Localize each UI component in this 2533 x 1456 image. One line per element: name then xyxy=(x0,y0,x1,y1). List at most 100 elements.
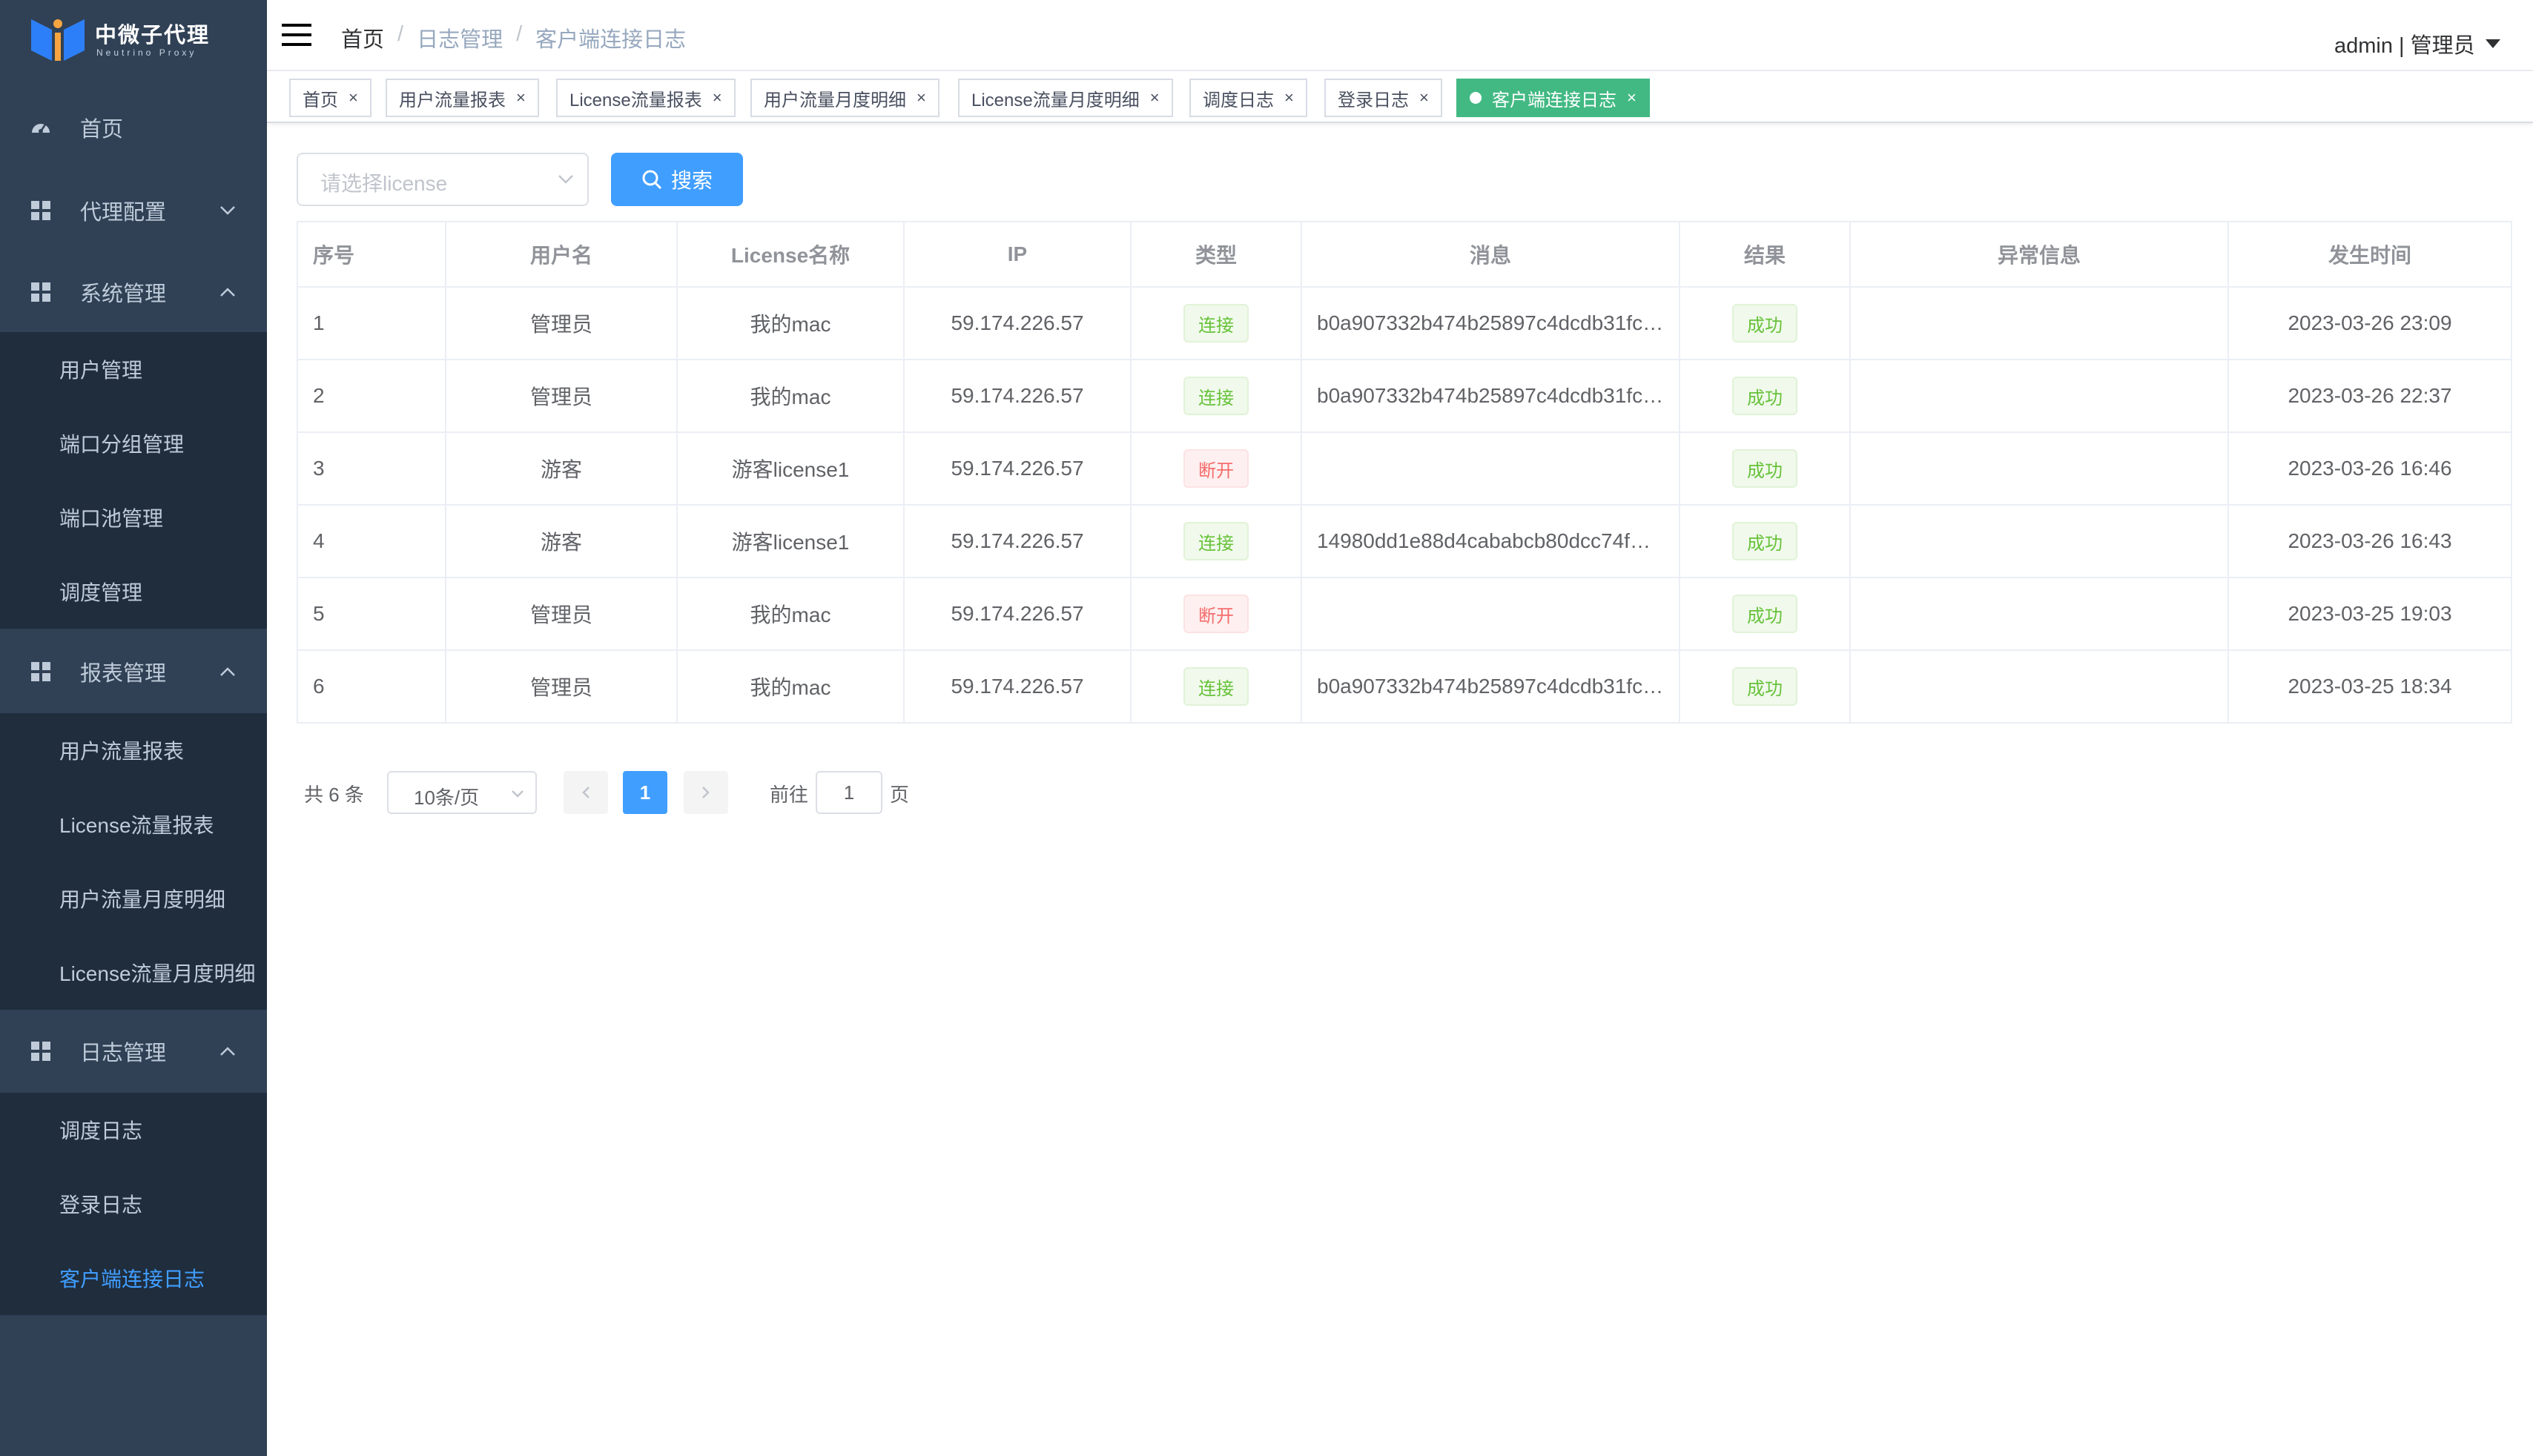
menu-item-logs[interactable]: 日志管理 xyxy=(0,1010,267,1093)
sidebar-item-login-log[interactable]: 登录日志 xyxy=(0,1167,267,1241)
cell-time: 2023-03-26 22:37 xyxy=(2288,384,2452,407)
close-icon[interactable]: × xyxy=(516,88,526,107)
brand-logo[interactable]: 中微子代理 Neutrino Proxy xyxy=(30,15,252,67)
tag-user-traffic-report[interactable]: 用户流量报表 × xyxy=(386,79,539,117)
chevron-up-icon xyxy=(220,667,235,676)
brand-subtitle: Neutrino Proxy xyxy=(96,47,197,58)
sidebar: 中微子代理 Neutrino Proxy 首页 代理配置 系统管理 用户管理 端… xyxy=(0,0,267,1456)
tag-license-traffic-report[interactable]: License流量报表 × xyxy=(556,79,736,117)
license-select[interactable]: 请选择license xyxy=(297,153,589,206)
cell-result: 成功 xyxy=(1680,578,1851,649)
sidebar-item-license-traffic-report[interactable]: License流量报表 xyxy=(0,787,267,861)
result-badge: 成功 xyxy=(1732,595,1797,633)
menu-item-home[interactable]: 首页 xyxy=(0,86,267,169)
brand-title: 中微子代理 xyxy=(95,24,211,47)
cell-license: 我的mac xyxy=(678,360,905,431)
menu-label-logs: 日志管理 xyxy=(80,1042,167,1065)
sidebar-item-user-management[interactable]: 用户管理 xyxy=(0,332,267,406)
column-header: IP xyxy=(905,222,1132,286)
tag-client-connection-log[interactable]: 客户端连接日志 × xyxy=(1456,79,1650,117)
column-header: License名称 xyxy=(678,222,905,286)
prev-page-button[interactable] xyxy=(564,771,608,814)
close-icon[interactable]: × xyxy=(1627,88,1637,107)
cell-user: 游客 xyxy=(446,506,678,577)
message-text: 14980dd1e88d4cababcb80dcc74f… xyxy=(1317,529,1651,552)
type-badge: 断开 xyxy=(1183,595,1249,633)
menu-item-proxy-config[interactable]: 代理配置 xyxy=(0,169,267,252)
sidebar-item-schedule[interactable]: 调度管理 xyxy=(0,555,267,629)
cell-no: 2 xyxy=(298,360,446,431)
menu-label-reports: 报表管理 xyxy=(80,662,167,686)
cell-message: b0a907332b474b25897c4dcdb31fc… xyxy=(1302,360,1680,431)
cell-result: 成功 xyxy=(1680,360,1851,431)
cell-license: 我的mac xyxy=(678,288,905,359)
sidebar-item-schedule-log[interactable]: 调度日志 xyxy=(0,1093,267,1167)
tag-schedule-log[interactable]: 调度日志 × xyxy=(1189,79,1307,117)
close-icon[interactable]: × xyxy=(917,88,926,107)
cell-user: 游客 xyxy=(446,433,678,504)
navbar: 首页 / 日志管理 / 客户端连接日志 admin | 管理员 xyxy=(267,0,2533,71)
close-icon[interactable]: × xyxy=(1419,88,1429,107)
cell-ip: 59.174.226.57 xyxy=(905,578,1132,649)
result-badge: 成功 xyxy=(1732,449,1797,488)
table-row: 6 管理员 我的mac 59.174.226.57 连接 b0a907332b4… xyxy=(298,651,2511,724)
cell-license: 游客license1 xyxy=(678,433,905,504)
sidebar-item-client-connection-log[interactable]: 客户端连接日志 xyxy=(0,1241,267,1315)
type-badge: 连接 xyxy=(1183,304,1249,343)
type-badge: 连接 xyxy=(1183,522,1249,560)
page-number-current[interactable]: 1 xyxy=(623,771,667,814)
sidebar-item-license-traffic-monthly[interactable]: License流量月度明细 xyxy=(0,936,267,1010)
cell-no: 1 xyxy=(298,288,446,359)
cell-time: 2023-03-25 19:03 xyxy=(2288,602,2452,625)
grid-icon xyxy=(31,201,50,220)
pagination: 共 6 条 10条/页 1 前往 1 页 xyxy=(304,770,1046,814)
menu-item-system[interactable]: 系统管理 xyxy=(0,251,267,334)
sidebar-item-user-traffic-report[interactable]: 用户流量报表 xyxy=(0,713,267,787)
grid-icon xyxy=(31,282,50,302)
cell-time: 2023-03-26 16:46 xyxy=(2288,457,2452,480)
tag-login-log[interactable]: 登录日志 × xyxy=(1324,79,1442,117)
cell-license: 游客license1 xyxy=(678,506,905,577)
user-name: admin | 管理员 xyxy=(2334,34,2475,58)
goto-page-input[interactable]: 1 xyxy=(816,771,882,814)
cell-message xyxy=(1302,433,1680,504)
sidebar-item-port-group[interactable]: 端口分组管理 xyxy=(0,406,267,480)
cell-error xyxy=(1851,433,2229,504)
breadcrumb-item-home[interactable]: 首页 xyxy=(341,22,384,53)
table-row: 5 管理员 我的mac 59.174.226.57 断开 成功 2023-03-… xyxy=(298,578,2511,651)
chevron-right-icon xyxy=(702,787,710,798)
goto-label: 前往 xyxy=(770,784,809,806)
result-badge: 成功 xyxy=(1732,377,1797,415)
column-header: 序号 xyxy=(298,222,446,286)
goto-unit-label: 页 xyxy=(890,784,910,806)
cell-license: 我的mac xyxy=(678,651,905,722)
table-row: 3 游客 游客license1 59.174.226.57 断开 成功 2023… xyxy=(298,433,2511,506)
breadcrumb-item-logs: 日志管理 xyxy=(417,28,503,52)
submenu-logs: 调度日志 登录日志 客户端连接日志 xyxy=(0,1093,267,1315)
next-page-button[interactable] xyxy=(684,771,728,814)
page-size-select[interactable]: 10条/页 xyxy=(387,771,537,814)
tag-license-traffic-monthly[interactable]: License流量月度明细 × xyxy=(958,79,1173,117)
hamburger-icon[interactable] xyxy=(282,22,311,47)
sidebar-item-user-traffic-monthly[interactable]: 用户流量月度明细 xyxy=(0,861,267,936)
column-header: 消息 xyxy=(1302,222,1680,286)
column-header: 异常信息 xyxy=(1851,222,2229,286)
close-icon[interactable]: × xyxy=(1150,88,1160,107)
menu-item-reports[interactable]: 报表管理 xyxy=(0,630,267,713)
breadcrumb-item-current: 客户端连接日志 xyxy=(535,28,687,52)
cell-error xyxy=(1851,288,2229,359)
cell-time: 2023-03-25 18:34 xyxy=(2288,675,2452,698)
cell-ip: 59.174.226.57 xyxy=(905,433,1132,504)
close-icon[interactable]: × xyxy=(349,88,358,107)
close-icon[interactable]: × xyxy=(713,88,722,107)
cell-type: 断开 xyxy=(1132,433,1302,504)
cell-ip: 59.174.226.57 xyxy=(905,506,1132,577)
log-table: 序号 用户名 License名称 IP 类型 消息 结果 异常信息 发生时间 1… xyxy=(297,221,2512,724)
close-icon[interactable]: × xyxy=(1284,88,1294,107)
tag-home[interactable]: 首页 × xyxy=(289,79,371,117)
tag-user-traffic-monthly[interactable]: 用户流量月度明细 × xyxy=(750,79,939,117)
user-menu[interactable]: admin | 管理员 xyxy=(2334,28,2500,59)
breadcrumb-separator: / xyxy=(516,22,523,46)
sidebar-item-port-pool[interactable]: 端口池管理 xyxy=(0,480,267,555)
search-button[interactable]: 搜索 xyxy=(611,153,743,206)
